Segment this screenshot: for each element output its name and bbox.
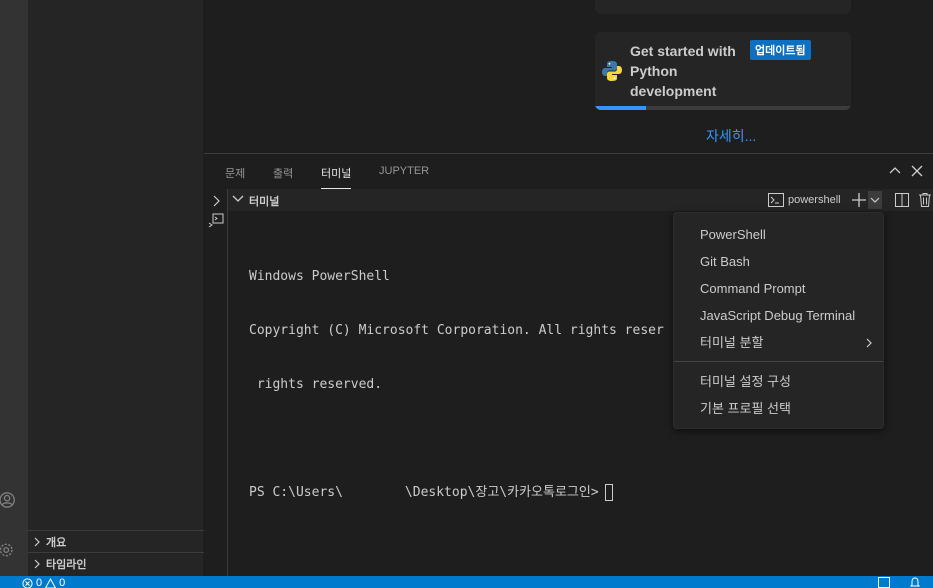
remote-icon[interactable] (878, 577, 890, 588)
menu-separator (674, 361, 883, 362)
sidebar-section-outline[interactable]: 개요 (28, 530, 204, 552)
menu-item-split-terminal[interactable]: 터미널 분할 (674, 328, 883, 354)
warning-count: 0 (59, 577, 66, 588)
terminal-tab-icon[interactable] (208, 213, 224, 229)
chevron-right-icon[interactable] (208, 193, 224, 209)
terminal-line: rights reserved. (249, 377, 383, 392)
terminal-line: Windows PowerShell (249, 269, 390, 284)
gear-icon[interactable] (0, 536, 16, 564)
terminal-header: 터미널 powershell (228, 189, 933, 211)
editor-welcome-page: Get started with Python development 업데이트… (204, 0, 933, 153)
menu-item-powershell[interactable]: PowerShell (674, 221, 883, 247)
tab-terminal[interactable]: 터미널 (321, 165, 352, 189)
chevron-right-icon (865, 336, 873, 351)
sidebar-section-label: 개요 (46, 536, 67, 549)
maximize-panel-icon[interactable] (886, 162, 904, 180)
launch-profile-dropdown-button[interactable] (868, 191, 882, 209)
split-terminal-icon[interactable] (895, 191, 909, 209)
activity-bar (0, 0, 28, 576)
close-panel-icon[interactable] (908, 162, 926, 180)
menu-item-js-debug-terminal[interactable]: JavaScript Debug Terminal (674, 302, 883, 328)
terminal-profile-name: powershell (788, 194, 841, 206)
status-bar: 0 0 (0, 576, 933, 588)
terminal-tabs-strip (204, 189, 228, 577)
walkthrough-card-python[interactable]: Get started with Python development 업데이트… (595, 32, 851, 110)
python-logo-icon (601, 60, 623, 85)
sidebar-section-timeline[interactable]: 타임라인 (28, 552, 204, 574)
plus-icon (852, 193, 866, 207)
menu-item-command-prompt[interactable]: Command Prompt (674, 275, 883, 301)
error-count: 0 (36, 577, 43, 588)
walkthrough-card-previous[interactable] (595, 0, 851, 14)
prompt-path-end: \Desktop\장고\카카오톡로그인> (404, 485, 599, 500)
problems-status[interactable]: 0 0 (22, 577, 65, 588)
menu-item-label: 터미널 분할 (700, 334, 764, 350)
walkthrough-progress-fill (595, 106, 647, 110)
error-icon (22, 577, 33, 588)
prompt-path-start: PS C:\Users\ (249, 485, 343, 500)
terminal-prompt: PS C:\Users\ \Desktop\장고\카카오톡로그인> (249, 484, 664, 502)
chevron-down-icon[interactable] (232, 192, 244, 207)
chevron-down-icon (870, 197, 880, 203)
new-terminal-button[interactable] (852, 191, 866, 209)
terminal-line: Copyright (C) Microsoft Corporation. All… (249, 323, 664, 338)
notifications-bell-icon[interactable] (909, 577, 921, 588)
trash-icon[interactable] (919, 191, 931, 209)
walkthrough-progress (595, 106, 851, 110)
more-link[interactable]: 자세히... (706, 126, 756, 146)
tab-jupyter[interactable]: JUPYTER (379, 165, 429, 189)
terminal-profile-indicator[interactable]: powershell (768, 191, 841, 209)
panel-tabs: 문제 출력 터미널 JUPYTER (204, 154, 933, 189)
launch-profile-menu: PowerShell Git Bash Command Prompt JavaS… (673, 212, 884, 429)
chevron-right-icon (28, 559, 46, 569)
redacted-username (342, 484, 405, 501)
tab-problems[interactable]: 문제 (225, 165, 245, 189)
walkthrough-title: Get started with Python development (630, 43, 736, 99)
accounts-icon[interactable] (0, 486, 16, 514)
sidebar-section-label: 타임라인 (46, 558, 87, 571)
terminal-icon (768, 193, 784, 207)
tab-output[interactable]: 출력 (273, 165, 293, 189)
menu-item-configure-terminal[interactable]: 터미널 설정 구성 (674, 367, 883, 393)
warning-icon (45, 577, 57, 588)
terminal-cursor (604, 484, 613, 501)
menu-item-git-bash[interactable]: Git Bash (674, 248, 883, 274)
updated-badge: 업데이트됨 (750, 40, 811, 60)
terminal-output[interactable]: Windows PowerShell Copyright (C) Microso… (249, 232, 664, 538)
chevron-right-icon (28, 537, 46, 547)
menu-item-select-default-profile[interactable]: 기본 프로필 선택 (674, 394, 883, 420)
terminal-header-title: 터미널 (249, 196, 280, 208)
sidebar: 개요 타임라인 (28, 0, 204, 576)
